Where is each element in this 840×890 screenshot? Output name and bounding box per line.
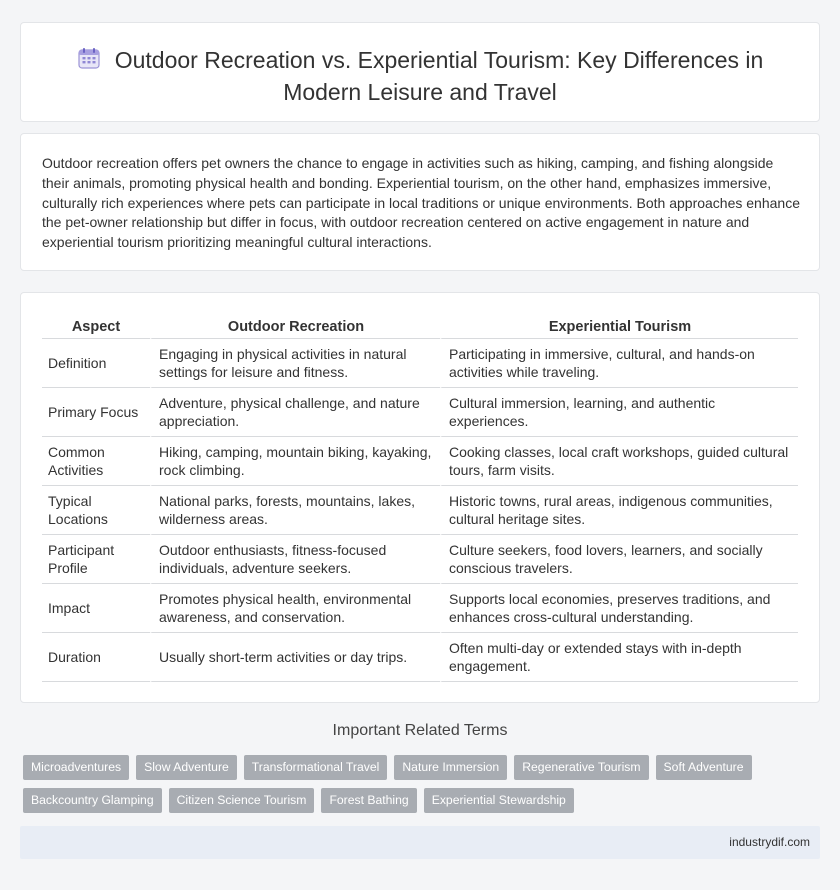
header-outdoor-recreation: Outdoor Recreation [150, 317, 440, 339]
row-outdoor: Outdoor enthusiasts, fitness-focused ind… [150, 535, 440, 584]
row-aspect: Duration [42, 633, 150, 682]
intro-card: Outdoor recreation offers pet owners the… [20, 133, 820, 271]
tag-slow-adventure[interactable]: Slow Adventure [136, 755, 237, 780]
table-row: Duration Usually short-term activities o… [42, 633, 798, 682]
row-outdoor: National parks, forests, mountains, lake… [150, 486, 440, 535]
row-experiential: Participating in immersive, cultural, an… [440, 339, 798, 388]
header-aspect: Aspect [42, 317, 150, 339]
table-row: Impact Promotes physical health, environ… [42, 584, 798, 633]
tag-soft-adventure[interactable]: Soft Adventure [655, 755, 752, 780]
comparison-card: Aspect Outdoor Recreation Experiential T… [20, 292, 820, 703]
row-outdoor: Adventure, physical challenge, and natur… [150, 388, 440, 437]
tag-forest-bathing[interactable]: Forest Bathing [321, 788, 417, 813]
tag-transformational-travel[interactable]: Transformational Travel [243, 755, 388, 780]
intro-paragraph: Outdoor recreation offers pet owners the… [42, 155, 800, 251]
tag-row: Microadventures Slow Adventure Transform… [23, 755, 813, 780]
header-experiential-tourism: Experiential Tourism [440, 317, 798, 339]
tag-experiential-stewardship[interactable]: Experiential Stewardship [423, 788, 574, 813]
related-terms-title: Important Related Terms [332, 722, 508, 739]
row-aspect: Impact [42, 584, 150, 633]
related-terms-tags: Microadventures Slow Adventure Transform… [23, 755, 813, 821]
comparison-table: Aspect Outdoor Recreation Experiential T… [42, 317, 798, 682]
tag-nature-immersion[interactable]: Nature Immersion [394, 755, 508, 780]
table-header-row: Aspect Outdoor Recreation Experiential T… [42, 317, 798, 339]
row-aspect: Definition [42, 339, 150, 388]
row-experiential: Historic towns, rural areas, indigenous … [440, 486, 798, 535]
row-outdoor: Engaging in physical activities in natur… [150, 339, 440, 388]
row-experiential: Cooking classes, local craft workshops, … [440, 437, 798, 486]
table-row: Primary Focus Adventure, physical challe… [42, 388, 798, 437]
header-card: Outdoor Recreation vs. Experiential Tour… [20, 22, 820, 122]
tag-microadventures[interactable]: Microadventures [23, 755, 130, 780]
row-experiential: Cultural immersion, learning, and authen… [440, 388, 798, 437]
row-aspect: Primary Focus [42, 388, 150, 437]
row-aspect: Common Activities [42, 437, 150, 486]
tag-citizen-science-tourism[interactable]: Citizen Science Tourism [168, 788, 315, 813]
row-experiential: Supports local economies, preserves trad… [440, 584, 798, 633]
table-row: Participant Profile Outdoor enthusiasts,… [42, 535, 798, 584]
calendar-icon [77, 46, 101, 77]
page-title: Outdoor Recreation vs. Experiential Tour… [114, 47, 764, 105]
table-row: Typical Locations National parks, forest… [42, 486, 798, 535]
row-outdoor: Promotes physical health, environmental … [150, 584, 440, 633]
tag-backcountry-glamping[interactable]: Backcountry Glamping [23, 788, 162, 813]
tag-row: Backcountry Glamping Citizen Science Tou… [23, 788, 813, 813]
row-experiential: Often multi-day or extended stays with i… [440, 633, 798, 682]
table-row: Common Activities Hiking, camping, mount… [42, 437, 798, 486]
row-outdoor: Usually short-term activities or day tri… [150, 633, 440, 682]
row-aspect: Participant Profile [42, 535, 150, 584]
footer: industrydif.com [20, 826, 820, 859]
row-experiential: Culture seekers, food lovers, learners, … [440, 535, 798, 584]
tag-regenerative-tourism[interactable]: Regenerative Tourism [514, 755, 649, 780]
row-aspect: Typical Locations [42, 486, 150, 535]
footer-site[interactable]: industrydif.com [729, 835, 810, 849]
table-row: Definition Engaging in physical activiti… [42, 339, 798, 388]
page-title-wrap: Outdoor Recreation vs. Experiential Tour… [21, 45, 819, 107]
row-outdoor: Hiking, camping, mountain biking, kayaki… [150, 437, 440, 486]
